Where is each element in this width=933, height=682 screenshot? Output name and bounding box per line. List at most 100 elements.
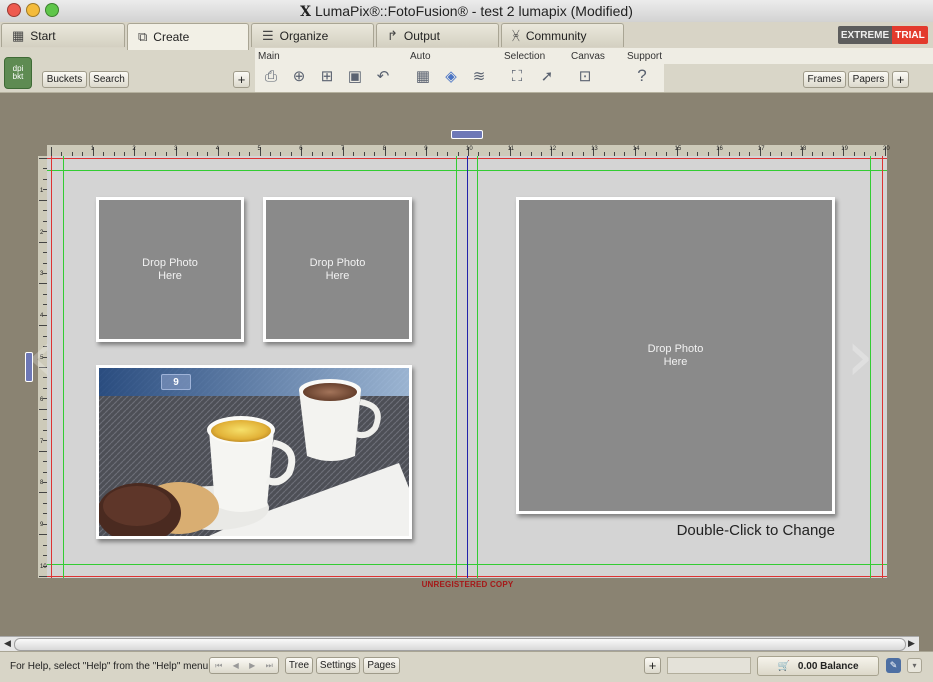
gutter-guide-right <box>477 156 478 578</box>
last-page-icon[interactable]: ⏭ <box>266 661 273 671</box>
buckets-button[interactable]: Buckets <box>42 71 87 88</box>
gutter-guide-left <box>456 156 457 578</box>
add-bucket-button[interactable]: + <box>233 71 250 88</box>
edition-badge: EXTREME <box>838 26 892 44</box>
help-icon[interactable]: ? <box>632 66 652 86</box>
ruler-label: 20 <box>883 146 890 152</box>
group-label-support: Support <box>627 51 663 62</box>
tab-create[interactable]: ⧉ Create <box>127 23 249 50</box>
next-page-arrow-icon[interactable]: › <box>846 315 874 397</box>
scroll-right-arrow-icon[interactable]: ▶ <box>905 637 918 650</box>
photo-frame-large[interactable]: Drop Photo Here <box>516 197 835 514</box>
add-frame-icon[interactable]: ⊞ <box>317 66 337 86</box>
page-scroll-handle[interactable] <box>451 130 483 139</box>
ruler-label: 2 <box>132 146 136 152</box>
edit-icon[interactable]: ✎ <box>886 658 901 673</box>
community-icon: ᚸ <box>512 28 520 43</box>
auto-fill-icon[interactable]: ◈ <box>441 66 461 86</box>
margin-guide-left <box>63 156 64 578</box>
tab-start[interactable]: ▦ Start <box>1 23 125 47</box>
ruler-label: 2 <box>40 229 44 236</box>
spine-guide <box>467 156 468 578</box>
trial-badge: TRIAL <box>892 26 928 44</box>
ruler-label: 7 <box>40 438 44 445</box>
ruler-label: 10 <box>466 146 473 152</box>
bucket-logo-icon[interactable]: dpi bkt <box>4 57 32 89</box>
window-title-text: LumaPix®::FotoFusion® - test 2 lumapix (… <box>315 3 633 19</box>
frames-button[interactable]: Frames <box>803 71 846 88</box>
add-panel-button[interactable]: + <box>892 71 909 88</box>
balance-button[interactable]: 🛒 0.00 Balance <box>757 656 879 676</box>
tree-button[interactable]: Tree <box>285 657 313 674</box>
tab-organize-label: Organize <box>279 28 329 43</box>
prev-page-icon[interactable]: ◀ <box>233 661 239 670</box>
ruler-label: 12 <box>549 146 557 152</box>
group-label-auto: Auto <box>410 51 431 62</box>
ruler-label: 5 <box>257 146 261 152</box>
add-page-icon[interactable]: ⊕ <box>289 66 309 86</box>
tab-output[interactable]: ↱ Output <box>376 23 499 47</box>
page-navigation-controls[interactable]: ⏮ ◀ ▶ ⏭ <box>209 657 279 674</box>
ruler-label: 8 <box>40 480 44 487</box>
papers-button[interactable]: Papers <box>848 71 889 88</box>
drop-photo-placeholder: Drop Photo Here <box>142 256 198 282</box>
tab-community-label: Community <box>525 28 587 43</box>
panel-toggle-icon[interactable]: ▾ <box>907 658 922 673</box>
photo-frame-1[interactable]: Drop Photo Here <box>96 197 244 342</box>
cart-icon: 🛒 <box>777 660 790 672</box>
ruler-label: 7 <box>340 146 345 152</box>
ruler-label: 19 <box>841 146 848 152</box>
ruler-label: 1 <box>90 146 95 152</box>
ruler-label: 16 <box>716 146 723 152</box>
coffee-cups-photo <box>99 368 409 536</box>
next-page-icon[interactable]: ▶ <box>249 661 255 670</box>
ruler-label: 1 <box>40 187 44 194</box>
bleed-guide-right <box>882 156 883 578</box>
ruler-label: 18 <box>799 146 807 152</box>
ruler-label: 17 <box>757 146 765 152</box>
app-icon: X <box>300 4 311 20</box>
photo-frame-2[interactable]: Drop Photo Here <box>263 197 412 342</box>
group-label-canvas: Canvas <box>571 51 605 62</box>
ruler-label: 8 <box>382 146 386 152</box>
ruler-label: 9 <box>424 146 428 152</box>
add-page-button[interactable]: + <box>644 657 661 674</box>
tab-organize[interactable]: ☰ Organize <box>251 23 374 47</box>
tab-community[interactable]: ᚸ Community <box>501 23 624 47</box>
scroll-left-arrow-icon[interactable]: ◀ <box>1 637 14 650</box>
balance-label: 0.00 Balance <box>797 660 859 672</box>
create-icon: ⧉ <box>138 29 148 44</box>
ruler-label: 9 <box>40 522 44 529</box>
drop-photo-placeholder: Drop Photo Here <box>647 342 704 368</box>
add-photos-icon[interactable]: ⎙ <box>261 66 281 86</box>
horizontal-scroll-thumb[interactable] <box>14 638 906 651</box>
auto-layout-icon[interactable]: ▦ <box>413 66 433 86</box>
output-arrow-icon: ↱ <box>387 27 398 43</box>
status-progress-field <box>667 657 751 674</box>
settings-button[interactable]: Settings <box>316 657 360 674</box>
save-icon[interactable]: ▣ <box>345 66 365 86</box>
undo-icon[interactable]: ↶ <box>373 66 393 86</box>
side-resize-handle[interactable] <box>25 352 33 382</box>
auto-arrange-icon[interactable]: ≋ <box>469 66 489 86</box>
photo-frame-coffee[interactable] <box>96 365 412 539</box>
ruler-label: 15 <box>674 146 682 152</box>
ruler-label: 6 <box>40 396 44 403</box>
drop-photo-placeholder: Drop Photo Here <box>309 256 366 282</box>
first-page-icon[interactable]: ⏮ <box>215 661 222 671</box>
pointer-icon[interactable]: ➚ <box>537 66 557 86</box>
list-icon: ☰ <box>262 27 274 43</box>
search-button[interactable]: Search <box>89 71 129 88</box>
pages-button[interactable]: Pages <box>363 657 400 674</box>
canvas-fit-icon[interactable]: ⊡ <box>575 66 595 86</box>
ruler-label: 14 <box>632 146 640 152</box>
ruler-label: 3 <box>40 271 44 278</box>
ruler-label: 6 <box>299 146 303 152</box>
ruler-label: 13 <box>591 146 598 152</box>
double-click-hint: Double-Click to Change <box>676 522 835 539</box>
select-frame-icon[interactable]: ⛶ <box>507 66 527 86</box>
tab-start-label: Start <box>30 28 56 43</box>
ruler-label: 4 <box>215 146 220 152</box>
ruler-label: 3 <box>174 146 178 152</box>
ruler-label: 11 <box>507 146 514 152</box>
